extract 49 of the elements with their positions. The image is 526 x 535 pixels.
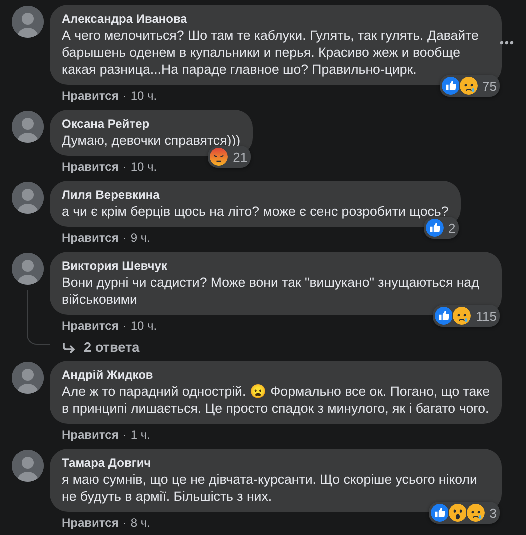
- comment-text: А чего мелочиться? Шо там те каблуки. Гулять, так гулять. Давайте барышень оденем в купальники и перья. Красиво жеж и вообще какая разница...На параде главное шо? Правильно-цирк.: [62, 27, 480, 78]
- reaction-count: 3: [490, 506, 497, 520]
- replies-link[interactable]: 2 ответа: [50, 334, 502, 355]
- separator-dot: ·: [122, 427, 127, 443]
- comment-text: а чи є крім берців щось на літо? може є сенс розробити щось?: [62, 203, 449, 220]
- reactions-badge[interactable]: 3: [428, 502, 500, 524]
- separator-dot: ·: [122, 230, 127, 246]
- separator-dot: ·: [122, 318, 127, 334]
- reaction-count: 75: [482, 78, 497, 94]
- reactions-badge[interactable]: 115: [433, 305, 500, 327]
- avatar-icon[interactable]: [12, 253, 44, 285]
- reaction-count: 2: [448, 220, 456, 236]
- like-link[interactable]: Нравится: [62, 318, 119, 334]
- comment-text: Думаю, девочки справятся))): [62, 132, 241, 149]
- comment-time[interactable]: 8 ч.: [130, 515, 150, 531]
- comment-time[interactable]: 9 ч.: [130, 230, 150, 246]
- reaction-count: 115: [476, 308, 497, 324]
- avatar-icon[interactable]: [12, 6, 44, 38]
- avatar-icon[interactable]: [12, 450, 44, 482]
- reply-arrow-icon: [62, 342, 76, 354]
- comment-time[interactable]: 10 ч.: [130, 159, 158, 175]
- reaction-count: 21: [233, 150, 248, 164]
- reactions-badge[interactable]: 75: [440, 75, 500, 97]
- more-options-icon[interactable]: [500, 41, 514, 45]
- avatar-icon[interactable]: [12, 362, 44, 394]
- reactions-badge[interactable]: 21: [208, 146, 251, 168]
- comment-text: я маю сумнів, що це не дівчата-курсанти. Що скоріше усього ніколи не будуть в армії. Більшість з них.: [62, 471, 478, 505]
- author-name[interactable]: Лиля Веревкина: [62, 188, 449, 203]
- separator-dot: ·: [122, 88, 127, 104]
- author-name[interactable]: Александра Иванова: [62, 12, 490, 27]
- author-name[interactable]: Оксана Рейтер: [62, 117, 241, 132]
- like-link[interactable]: Нравится: [62, 515, 119, 531]
- avatar-icon[interactable]: [12, 182, 44, 214]
- separator-dot: ·: [122, 159, 127, 175]
- separator-dot: ·: [122, 515, 127, 531]
- author-name[interactable]: Тамара Довгич: [62, 456, 490, 471]
- comment-time[interactable]: 1 ч.: [130, 427, 150, 443]
- comment-time[interactable]: 10 ч.: [130, 88, 158, 104]
- comment-time[interactable]: 10 ч.: [130, 318, 158, 334]
- like-link[interactable]: Нравится: [62, 88, 119, 104]
- author-name[interactable]: Виктория Шевчук: [62, 259, 490, 274]
- avatar-icon[interactable]: [12, 111, 44, 143]
- like-link[interactable]: Нравится: [62, 230, 119, 246]
- comment-text: Але ж то парадний однострій. 😦 Формально все ок. Погано, що таке в принципі лишається. Це просто спадок з минулого, як і багато чого.: [62, 383, 490, 417]
- comment-text: Вони дурні чи садисти? Може вони так "вишукано" знущаються над військовими: [62, 274, 480, 308]
- reactions-badge[interactable]: 2: [424, 217, 459, 239]
- author-name[interactable]: Андрій Жидков: [62, 368, 490, 383]
- like-link[interactable]: Нравится: [62, 427, 119, 443]
- like-link[interactable]: Нравится: [62, 159, 119, 175]
